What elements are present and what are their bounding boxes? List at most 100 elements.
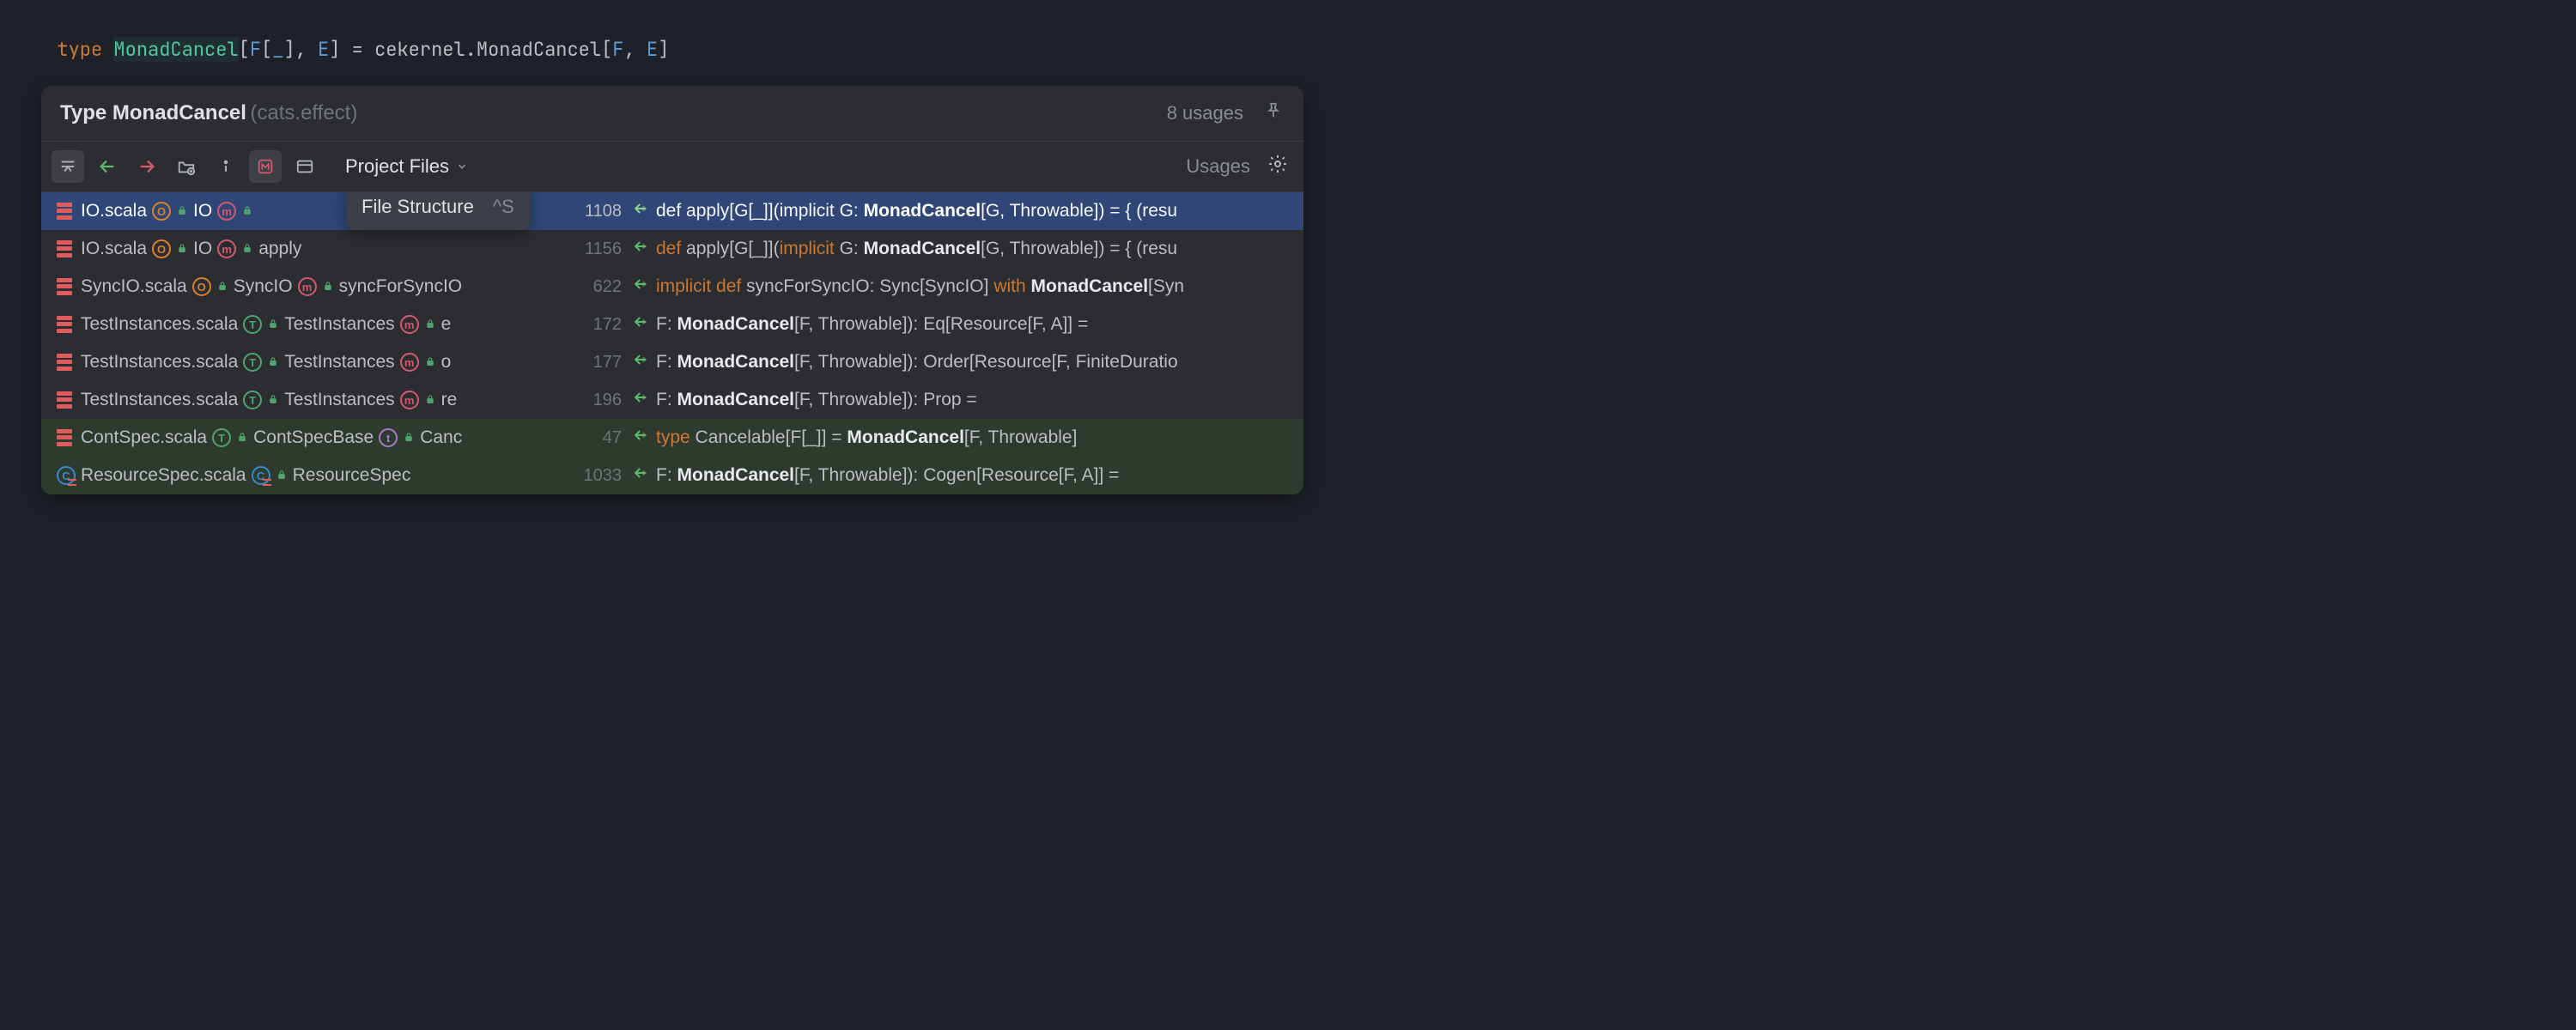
lock-icon — [241, 239, 253, 259]
merge-usages-icon[interactable] — [52, 150, 84, 183]
code-preview: def apply[G[_]](implicit G: MonadCancel[… — [656, 201, 1177, 221]
usage-row[interactable]: SyncIO.scalaOSyncIOmsyncForSyncIO622impl… — [41, 268, 1303, 306]
o-ring-icon: O — [152, 239, 171, 258]
results-list: IO.scala O IO m 1108 def apply[G[_]](implicit… — [41, 192, 1303, 494]
class-c-icon: C — [252, 466, 270, 485]
nav-arrow-icon — [632, 464, 649, 487]
lock-icon — [322, 276, 334, 297]
class-name: IO — [193, 201, 212, 221]
gear-icon[interactable] — [1267, 154, 1288, 179]
file-structure-tooltip: File Structure ^S — [346, 192, 530, 230]
member-name: re — [441, 390, 458, 410]
code-preview: type Cancelable[F[_]] = MonadCancel[F, T… — [656, 427, 1077, 448]
line-number: 1033 — [570, 466, 622, 486]
t-ring-icon: T — [243, 315, 262, 334]
line-number: 622 — [570, 277, 622, 297]
file-name: IO.scala — [81, 201, 147, 221]
member-name: o — [441, 352, 452, 373]
lock-icon — [276, 465, 288, 486]
m-ring-icon: m — [298, 277, 317, 296]
scope-label: Project Files — [345, 155, 449, 178]
class-name: IO — [193, 239, 212, 259]
nav-next-icon[interactable] — [131, 150, 163, 183]
usage-row[interactable]: ContSpec.scalaTContSpecBasetCanc47type C… — [41, 419, 1303, 457]
line-number: 177 — [570, 353, 622, 373]
preview-icon[interactable] — [289, 150, 321, 183]
file-name: IO.scala — [81, 239, 147, 259]
info-icon[interactable] — [210, 150, 242, 183]
popup-header: Type MonadCancel (cats.effect) 8 usages — [41, 86, 1303, 142]
scala-file-icon — [57, 353, 72, 372]
file-name: TestInstances.scala — [81, 390, 238, 410]
pin-icon[interactable] — [1264, 101, 1283, 125]
file-name: ContSpec.scala — [81, 427, 207, 448]
lock-icon — [424, 314, 436, 335]
line-number: 196 — [570, 391, 622, 410]
scala-file-icon — [57, 277, 72, 296]
line-number: 47 — [570, 428, 622, 448]
line-number: 1108 — [570, 202, 622, 221]
usage-row[interactable]: TestInstances.scalaTTestInstancesmo177F:… — [41, 343, 1303, 381]
o-ring-icon: O — [152, 202, 171, 221]
code-preview: def apply[G[_]](implicit G: MonadCancel[… — [656, 239, 1177, 259]
nav-arrow-icon — [632, 200, 649, 222]
nav-prev-icon[interactable] — [91, 150, 124, 183]
popup-toolbar: Project Files Usages — [41, 142, 1303, 192]
new-folder-icon[interactable] — [170, 150, 203, 183]
file-name: ResourceSpec.scala — [81, 465, 246, 486]
lock-icon — [176, 201, 188, 221]
nav-arrow-icon — [632, 351, 649, 373]
usage-row[interactable]: CResourceSpec.scalaCResourceSpec1033F: M… — [41, 457, 1303, 494]
t-ring-icon: T — [243, 353, 262, 372]
scala-file-icon — [57, 239, 72, 258]
t-ring-icon: t — [379, 428, 398, 447]
file-name: TestInstances.scala — [81, 352, 238, 373]
scope-dropdown[interactable]: Project Files — [338, 152, 475, 181]
m-ring-icon: m — [400, 315, 419, 334]
m-ring-icon: m — [217, 202, 236, 221]
class-name: ContSpecBase — [253, 427, 374, 448]
scala-file-icon — [57, 391, 72, 409]
usage-row[interactable]: IO.scala O IO m apply 1156 def apply[G[_]](imp… — [41, 230, 1303, 268]
m-ring-icon: m — [217, 239, 236, 258]
lock-icon — [267, 314, 279, 335]
nav-arrow-icon — [632, 238, 649, 260]
tooltip-shortcut: ^S — [493, 196, 514, 218]
lock-icon — [267, 390, 279, 410]
lock-icon — [424, 352, 436, 373]
nav-arrow-icon — [632, 276, 649, 298]
lock-icon — [216, 276, 228, 297]
lock-icon — [267, 352, 279, 373]
file-name: TestInstances.scala — [81, 314, 238, 335]
usage-row[interactable]: IO.scala O IO m 1108 def apply[G[_]](implicit… — [41, 192, 1303, 230]
tooltip-label: File Structure — [361, 196, 474, 218]
member-name: syncForSyncIO — [339, 276, 463, 297]
o-ring-icon: O — [192, 277, 211, 296]
scala-file-icon — [57, 428, 72, 447]
m-ring-icon: m — [400, 391, 419, 409]
editor-code-line: type MonadCancel[F[_], E] = cekernel.Mon… — [0, 0, 1329, 70]
class-name: SyncIO — [234, 276, 293, 297]
usages-label[interactable]: Usages — [1186, 155, 1250, 178]
keyword-type: type — [57, 37, 102, 62]
popup-subtitle: (cats.effect) — [250, 101, 357, 124]
scala-file-icon — [57, 202, 72, 221]
chevron-down-icon — [456, 161, 468, 173]
usages-popup: Type MonadCancel (cats.effect) 8 usages — [41, 86, 1303, 494]
lock-icon — [241, 201, 253, 221]
code-preview: F: MonadCancel[F, Throwable]): Prop = — [656, 390, 977, 410]
member-name: e — [441, 314, 452, 335]
scala-file-icon — [57, 315, 72, 334]
nav-arrow-icon — [632, 427, 649, 449]
class-c-icon: C — [57, 466, 76, 485]
usages-count: 8 usages — [1167, 102, 1243, 124]
filter-m-icon[interactable] — [249, 150, 282, 183]
usage-row[interactable]: TestInstances.scalaTTestInstancesmre196F… — [41, 381, 1303, 419]
line-number: 1156 — [570, 239, 622, 259]
m-ring-icon: m — [400, 353, 419, 372]
code-preview: F: MonadCancel[F, Throwable]): Cogen[Res… — [656, 465, 1119, 486]
usage-row[interactable]: TestInstances.scalaTTestInstancesme172F:… — [41, 306, 1303, 343]
lock-icon — [176, 239, 188, 259]
member-name: apply — [258, 239, 301, 259]
class-name: TestInstances — [284, 352, 394, 373]
